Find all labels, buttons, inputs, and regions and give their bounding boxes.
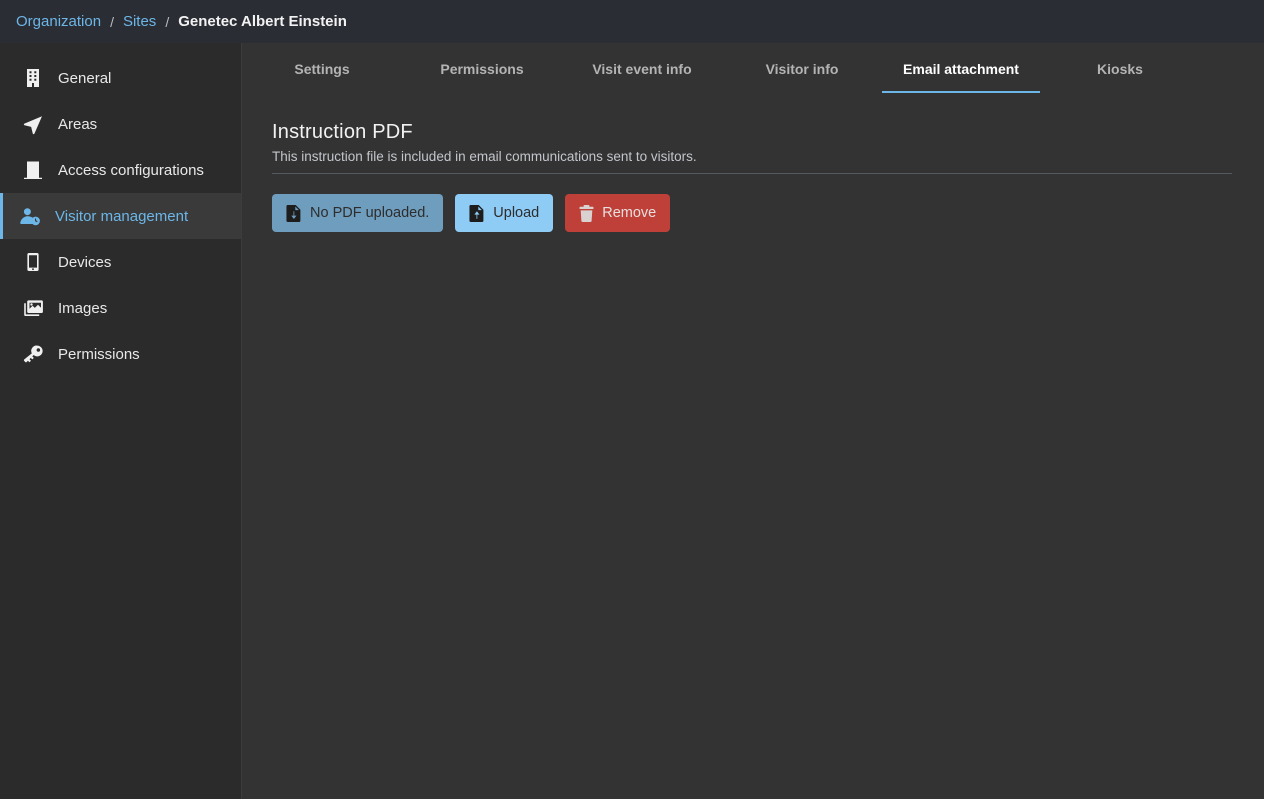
tab-email-attachment[interactable]: Email attachment xyxy=(882,61,1040,93)
trash-icon xyxy=(579,205,594,222)
tab-kiosks[interactable]: Kiosks xyxy=(1040,61,1200,93)
breadcrumb-bar: Organization / Sites / Genetec Albert Ei… xyxy=(0,0,1264,43)
key-icon xyxy=(20,341,46,367)
breadcrumb-item-organization[interactable]: Organization xyxy=(16,13,101,30)
building-icon xyxy=(20,65,46,91)
sidebar-item-label: Permissions xyxy=(58,346,140,363)
file-upload-icon xyxy=(469,205,485,222)
sidebar-item-label: Images xyxy=(58,300,107,317)
breadcrumb-separator: / xyxy=(110,14,114,30)
pdf-action-buttons: No PDF uploaded. Upload xyxy=(272,194,1232,232)
visitor-clock-icon xyxy=(17,203,43,229)
sidebar-item-areas[interactable]: Areas xyxy=(0,101,241,147)
pdf-status-label: No PDF uploaded. xyxy=(310,205,429,221)
navigation-arrow-icon xyxy=(20,111,46,137)
sidebar-item-label: Devices xyxy=(58,254,111,271)
main-content: Settings Permissions Visit event info Vi… xyxy=(242,43,1264,799)
upload-button[interactable]: Upload xyxy=(455,194,553,232)
sidebar-item-permissions[interactable]: Permissions xyxy=(0,331,241,377)
page-title: Instruction PDF xyxy=(272,121,1232,144)
tab-bar: Settings Permissions Visit event info Vi… xyxy=(242,43,1264,95)
door-icon xyxy=(20,157,46,183)
email-attachment-panel: Instruction PDF This instruction file is… xyxy=(242,95,1264,232)
remove-button[interactable]: Remove xyxy=(565,194,670,232)
app-body: General Areas Access configurations xyxy=(0,43,1264,799)
tab-visit-event-info[interactable]: Visit event info xyxy=(562,61,722,93)
breadcrumb-item-sites[interactable]: Sites xyxy=(123,13,156,30)
breadcrumb-item-current: Genetec Albert Einstein xyxy=(178,13,347,30)
sidebar-item-label: Access configurations xyxy=(58,162,204,179)
sidebar-item-label: General xyxy=(58,70,111,87)
sidebar-item-general[interactable]: General xyxy=(0,55,241,101)
tab-settings[interactable]: Settings xyxy=(242,61,402,93)
sidebar-item-label: Areas xyxy=(58,116,97,133)
sidebar-item-label: Visitor management xyxy=(55,208,188,225)
images-icon xyxy=(20,295,46,321)
tab-permissions[interactable]: Permissions xyxy=(402,61,562,93)
tab-visitor-info[interactable]: Visitor info xyxy=(722,61,882,93)
file-download-icon xyxy=(286,205,302,222)
sidebar-item-devices[interactable]: Devices xyxy=(0,239,241,285)
pdf-status-button: No PDF uploaded. xyxy=(272,194,443,232)
mobile-device-icon xyxy=(20,249,46,275)
sidebar-item-access-configurations[interactable]: Access configurations xyxy=(0,147,241,193)
sidebar-item-images[interactable]: Images xyxy=(0,285,241,331)
sidebar-item-visitor-management[interactable]: Visitor management xyxy=(0,193,241,239)
upload-button-label: Upload xyxy=(493,205,539,221)
remove-button-label: Remove xyxy=(602,205,656,221)
page-description: This instruction file is included in ema… xyxy=(272,149,1232,174)
breadcrumb-separator: / xyxy=(165,14,169,30)
sidebar-nav: General Areas Access configurations xyxy=(0,43,242,799)
